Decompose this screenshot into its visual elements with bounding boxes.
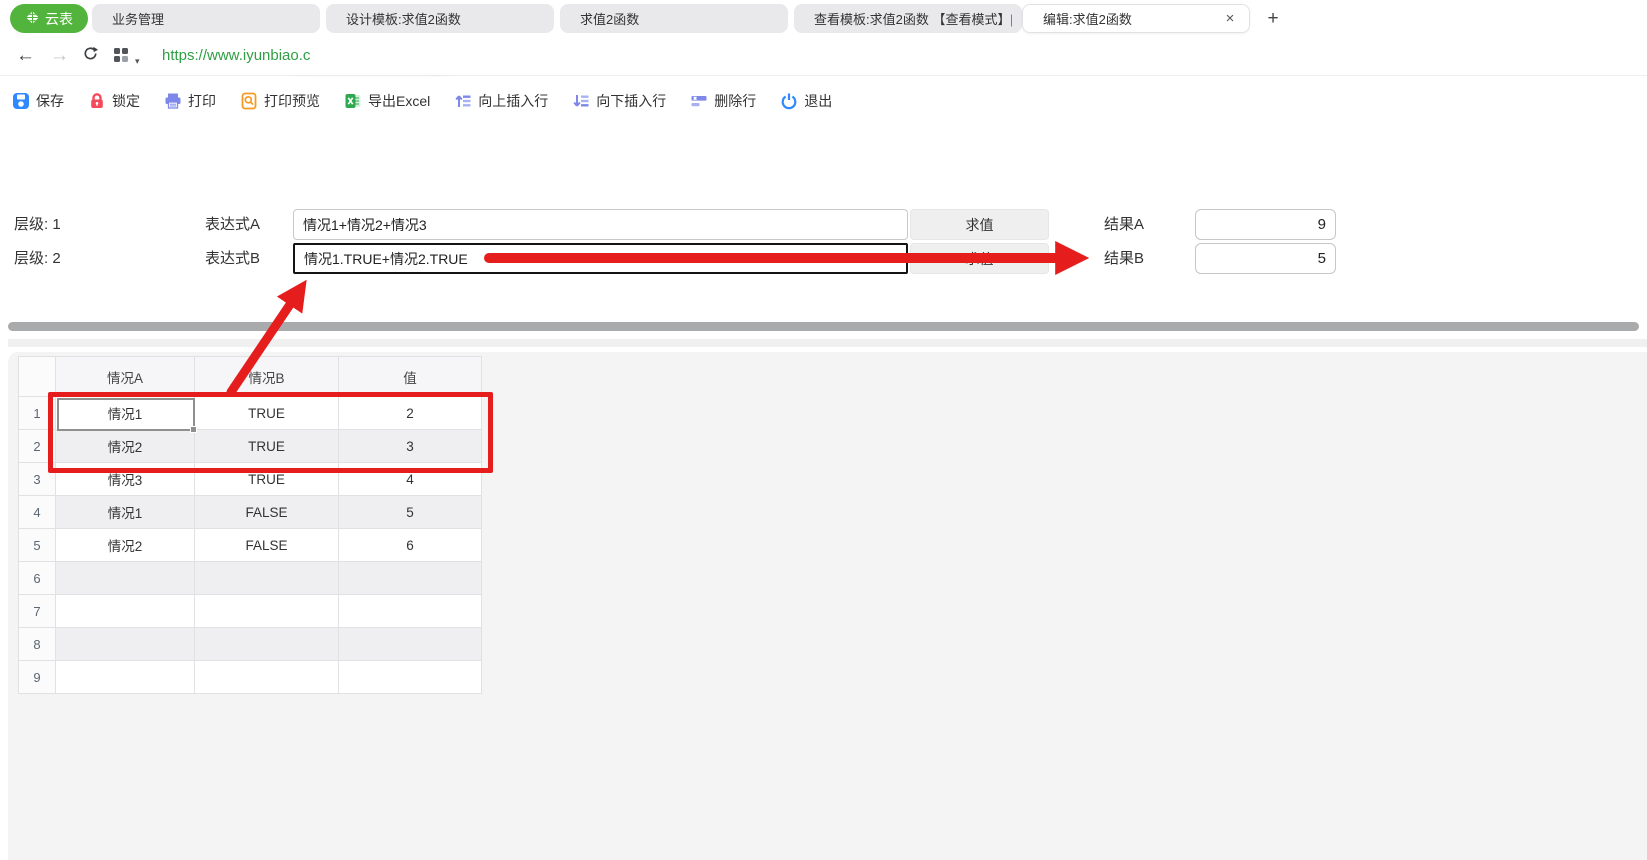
table-cell[interactable] (56, 661, 195, 694)
table-cell[interactable]: TRUE (195, 463, 339, 496)
address-bar: ← → ▾ https://www.iyunbiao.c (0, 36, 1647, 104)
expression-a-label: 表达式A (205, 216, 261, 233)
row-header[interactable]: 3 (19, 463, 56, 496)
forward-icon: → (50, 45, 69, 66)
column-header-a[interactable]: 情况A (56, 357, 195, 397)
table-cell[interactable] (339, 595, 482, 628)
result-b-label: 结果B (1104, 250, 1145, 267)
app-logo-label: 云表 (45, 10, 73, 27)
table-cell[interactable]: 6 (339, 529, 482, 562)
row-header[interactable]: 8 (19, 628, 56, 661)
table-cell[interactable] (339, 562, 482, 595)
insert-row-below-icon (572, 92, 590, 110)
close-icon[interactable]: × (1221, 10, 1239, 28)
tab-bar: 云表 业务管理 设计模板:求值2函数 求值2函数 查看模板:求值2函数 【查看模… (0, 0, 1647, 36)
table-cell[interactable] (56, 628, 195, 661)
evaluate-a-button[interactable]: 求值 (910, 209, 1049, 240)
table-cell[interactable] (195, 661, 339, 694)
table-cell[interactable]: TRUE (195, 430, 339, 463)
table-cell[interactable]: 3 (339, 430, 482, 463)
url-text[interactable]: https://www.iyunbiao.c (162, 47, 310, 64)
table-cell[interactable] (56, 595, 195, 628)
delete-row-icon (690, 92, 708, 110)
table-cell[interactable] (195, 562, 339, 595)
row-header[interactable]: 9 (19, 661, 56, 694)
row-header[interactable]: 2 (19, 430, 56, 463)
excel-icon (344, 92, 362, 110)
table-cell[interactable] (195, 628, 339, 661)
table-cell[interactable]: 情况1 (56, 496, 195, 529)
tab-design-template[interactable]: 设计模板:求值2函数 (326, 4, 554, 33)
table-cell[interactable]: 情况2 (56, 529, 195, 562)
horizontal-scrollbar[interactable] (8, 322, 1639, 331)
expression-b-input[interactable] (293, 243, 908, 274)
print-button[interactable]: 打印 (164, 91, 216, 111)
print-preview-button[interactable]: 打印预览 (240, 91, 320, 111)
save-icon (12, 92, 30, 110)
exit-power-icon (780, 92, 798, 110)
panel-top-strip (8, 339, 1647, 347)
corner-header-cell[interactable] (19, 357, 56, 397)
apps-grid-icon[interactable] (114, 48, 128, 62)
delete-row-button[interactable]: 删除行 (690, 91, 756, 111)
save-button[interactable]: 保存 (12, 91, 64, 111)
lock-icon (88, 92, 106, 110)
tab-view-template[interactable]: 查看模板:求值2函数 【查看模式】[编 (794, 4, 1022, 33)
sheet-panel: 情况A 情况B 值 1 情况1 TRUE 2 2 情况2 TRUE 3 3 情况… (8, 352, 1647, 860)
back-icon[interactable]: ← (16, 46, 35, 65)
insert-row-above-button[interactable]: 向上插入行 (454, 91, 548, 111)
expression-a-input[interactable] (293, 209, 908, 240)
printer-icon (164, 92, 182, 110)
table-cell[interactable] (339, 661, 482, 694)
table-cell[interactable]: FALSE (195, 529, 339, 562)
exit-button[interactable]: 退出 (780, 91, 832, 111)
column-header-v[interactable]: 值 (339, 357, 482, 397)
browser-window: 云表 业务管理 设计模板:求值2函数 求值2函数 查看模板:求值2函数 【查看模… (0, 0, 1647, 860)
insert-row-above-icon (454, 92, 472, 110)
table-cell[interactable]: 情况2 (56, 430, 195, 463)
tab-qiuzhi2[interactable]: 求值2函数 (560, 4, 788, 33)
diamond-logo-icon (25, 10, 40, 28)
app-toolbar: 保存 锁定 打印 打印预览 导出Excel 向上插入行 向下插入行 删除行 退出 (0, 77, 1647, 125)
table-cell[interactable]: 情况1 (56, 397, 195, 430)
table-cell[interactable]: FALSE (195, 496, 339, 529)
print-preview-icon (240, 92, 258, 110)
lock-button[interactable]: 锁定 (88, 91, 140, 111)
result-a-label: 结果A (1104, 216, 1145, 233)
table-cell[interactable]: 5 (339, 496, 482, 529)
row-header[interactable]: 4 (19, 496, 56, 529)
table-cell[interactable]: 2 (339, 397, 482, 430)
table-cell[interactable]: 情况3 (56, 463, 195, 496)
table-cell[interactable] (339, 628, 482, 661)
row-header[interactable]: 7 (19, 595, 56, 628)
new-tab-button[interactable]: + (1260, 6, 1286, 32)
expression-b-label: 表达式B (205, 250, 261, 267)
apps-grid-caret-icon[interactable]: ▾ (135, 56, 140, 67)
table-cell[interactable]: 4 (339, 463, 482, 496)
tab-edit-active[interactable]: 编辑:求值2函数 × (1022, 4, 1250, 33)
level-label-2: 层级: 2 (14, 250, 61, 267)
row-header[interactable]: 1 (19, 397, 56, 430)
insert-row-below-button[interactable]: 向下插入行 (572, 91, 666, 111)
export-excel-button[interactable]: 导出Excel (344, 91, 430, 111)
level-label-1: 层级: 1 (14, 216, 61, 233)
table-cell[interactable]: TRUE (195, 397, 339, 430)
evaluate-b-button[interactable]: 求值 (910, 243, 1049, 274)
result-b-input[interactable] (1195, 243, 1336, 274)
row-header[interactable]: 6 (19, 562, 56, 595)
row-header[interactable]: 5 (19, 529, 56, 562)
data-table: 情况A 情况B 值 1 情况1 TRUE 2 2 情况2 TRUE 3 3 情况… (18, 356, 482, 694)
column-header-b[interactable]: 情况B (195, 357, 339, 397)
table-cell[interactable] (56, 562, 195, 595)
app-logo-button[interactable]: 云表 (10, 4, 88, 33)
table-cell[interactable] (195, 595, 339, 628)
reload-icon[interactable] (82, 45, 99, 67)
result-a-input[interactable] (1195, 209, 1336, 240)
tab-business-management[interactable]: 业务管理 (92, 4, 320, 33)
